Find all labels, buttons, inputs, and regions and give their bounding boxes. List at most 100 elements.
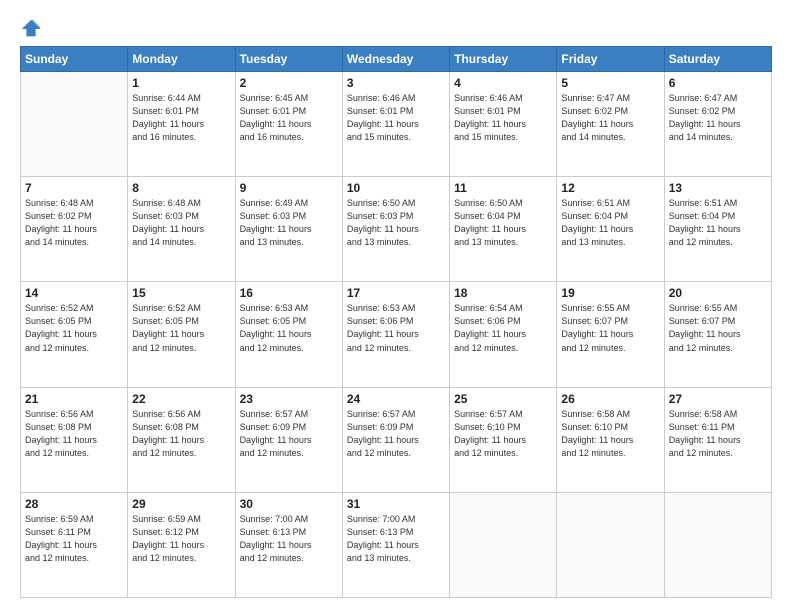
header (20, 18, 772, 40)
calendar-week-row: 28Sunrise: 6:59 AM Sunset: 6:11 PM Dayli… (21, 492, 772, 597)
calendar-cell (557, 492, 664, 597)
weekday-header: Tuesday (235, 47, 342, 72)
calendar-cell: 26 Sunrise: 6:58 AM Sunset: 6:10 PM Dayli… (557, 387, 664, 492)
calendar-header-row: SundayMondayTuesdayWednesdayThursdayFrid… (21, 47, 772, 72)
day-info: Sunrise: 6:44 AM Sunset: 6:01 PM Dayligh… (132, 92, 230, 144)
calendar-cell: 13 Sunrise: 6:51 AM Sunset: 6:04 PM Dayli… (664, 177, 771, 282)
day-info: Sunrise: 6:50 AM Sunset: 6:03 PM Dayligh… (347, 197, 445, 249)
calendar-cell: 25 Sunrise: 6:57 AM Sunset: 6:10 PM Dayli… (450, 387, 557, 492)
weekday-header: Thursday (450, 47, 557, 72)
day-number: 11 (454, 181, 552, 195)
calendar-table: SundayMondayTuesdayWednesdayThursdayFrid… (20, 46, 772, 598)
day-info: Sunrise: 6:57 AM Sunset: 6:09 PM Dayligh… (240, 408, 338, 460)
day-info: Sunrise: 6:57 AM Sunset: 6:09 PM Dayligh… (347, 408, 445, 460)
day-number: 2 (240, 76, 338, 90)
day-number: 13 (669, 181, 767, 195)
calendar-cell: 27 Sunrise: 6:58 AM Sunset: 6:11 PM Dayli… (664, 387, 771, 492)
day-number: 26 (561, 392, 659, 406)
calendar-week-row: 21 Sunrise: 6:56 AM Sunset: 6:08 PM Dayli… (21, 387, 772, 492)
page: SundayMondayTuesdayWednesdayThursdayFrid… (0, 0, 792, 612)
calendar-week-row: 7Sunrise: 6:48 AM Sunset: 6:02 PM Daylig… (21, 177, 772, 282)
day-info: Sunrise: 6:53 AM Sunset: 6:05 PM Dayligh… (240, 302, 338, 354)
day-number: 5 (561, 76, 659, 90)
day-number: 4 (454, 76, 552, 90)
day-info: Sunrise: 6:56 AM Sunset: 6:08 PM Dayligh… (132, 408, 230, 460)
day-info: Sunrise: 6:51 AM Sunset: 6:04 PM Dayligh… (669, 197, 767, 249)
day-number: 18 (454, 286, 552, 300)
calendar-cell: 17 Sunrise: 6:53 AM Sunset: 6:06 PM Dayli… (342, 282, 449, 387)
day-info: Sunrise: 6:52 AM Sunset: 6:05 PM Dayligh… (132, 302, 230, 354)
calendar-cell: 29 Sunrise: 6:59 AM Sunset: 6:12 PM Dayli… (128, 492, 235, 597)
day-info: Sunrise: 6:51 AM Sunset: 6:04 PM Dayligh… (561, 197, 659, 249)
day-number: 19 (561, 286, 659, 300)
day-number: 16 (240, 286, 338, 300)
day-info: Sunrise: 6:59 AM Sunset: 6:12 PM Dayligh… (132, 513, 230, 565)
day-info: Sunrise: 6:48 AM Sunset: 6:03 PM Dayligh… (132, 197, 230, 249)
day-number: 14 (25, 286, 123, 300)
day-number: 28 (25, 497, 123, 511)
calendar-cell (450, 492, 557, 597)
calendar-cell: 8Sunrise: 6:48 AM Sunset: 6:03 PM Daylig… (128, 177, 235, 282)
calendar-cell: 1Sunrise: 6:44 AM Sunset: 6:01 PM Daylig… (128, 72, 235, 177)
calendar-cell: 15Sunrise: 6:52 AM Sunset: 6:05 PM Dayli… (128, 282, 235, 387)
day-number: 29 (132, 497, 230, 511)
day-number: 12 (561, 181, 659, 195)
day-number: 3 (347, 76, 445, 90)
calendar-week-row: 1Sunrise: 6:44 AM Sunset: 6:01 PM Daylig… (21, 72, 772, 177)
calendar-cell: 31 Sunrise: 7:00 AM Sunset: 6:13 PM Dayli… (342, 492, 449, 597)
day-info: Sunrise: 6:57 AM Sunset: 6:10 PM Dayligh… (454, 408, 552, 460)
day-info: Sunrise: 6:47 AM Sunset: 6:02 PM Dayligh… (561, 92, 659, 144)
calendar-cell: 18 Sunrise: 6:54 AM Sunset: 6:06 PM Dayli… (450, 282, 557, 387)
day-info: Sunrise: 6:58 AM Sunset: 6:11 PM Dayligh… (669, 408, 767, 460)
day-info: Sunrise: 6:55 AM Sunset: 6:07 PM Dayligh… (669, 302, 767, 354)
calendar-cell: 11 Sunrise: 6:50 AM Sunset: 6:04 PM Dayli… (450, 177, 557, 282)
calendar-cell: 6 Sunrise: 6:47 AM Sunset: 6:02 PM Daylig… (664, 72, 771, 177)
day-info: Sunrise: 6:50 AM Sunset: 6:04 PM Dayligh… (454, 197, 552, 249)
day-info: Sunrise: 7:00 AM Sunset: 6:13 PM Dayligh… (347, 513, 445, 565)
day-info: Sunrise: 6:54 AM Sunset: 6:06 PM Dayligh… (454, 302, 552, 354)
calendar-cell (664, 492, 771, 597)
calendar-cell: 5 Sunrise: 6:47 AM Sunset: 6:02 PM Daylig… (557, 72, 664, 177)
day-number: 25 (454, 392, 552, 406)
day-number: 20 (669, 286, 767, 300)
calendar-cell: 22 Sunrise: 6:56 AM Sunset: 6:08 PM Dayli… (128, 387, 235, 492)
day-number: 6 (669, 76, 767, 90)
day-number: 24 (347, 392, 445, 406)
calendar-cell: 7Sunrise: 6:48 AM Sunset: 6:02 PM Daylig… (21, 177, 128, 282)
weekday-header: Friday (557, 47, 664, 72)
day-info: Sunrise: 6:49 AM Sunset: 6:03 PM Dayligh… (240, 197, 338, 249)
calendar-cell: 16 Sunrise: 6:53 AM Sunset: 6:05 PM Dayli… (235, 282, 342, 387)
calendar-cell (21, 72, 128, 177)
calendar-week-row: 14 Sunrise: 6:52 AM Sunset: 6:05 PM Dayli… (21, 282, 772, 387)
calendar-cell: 20 Sunrise: 6:55 AM Sunset: 6:07 PM Dayli… (664, 282, 771, 387)
calendar-cell: 9 Sunrise: 6:49 AM Sunset: 6:03 PM Daylig… (235, 177, 342, 282)
calendar-cell: 4Sunrise: 6:46 AM Sunset: 6:01 PM Daylig… (450, 72, 557, 177)
day-number: 31 (347, 497, 445, 511)
day-number: 9 (240, 181, 338, 195)
day-info: Sunrise: 6:53 AM Sunset: 6:06 PM Dayligh… (347, 302, 445, 354)
day-number: 23 (240, 392, 338, 406)
calendar-cell: 12 Sunrise: 6:51 AM Sunset: 6:04 PM Dayli… (557, 177, 664, 282)
day-number: 27 (669, 392, 767, 406)
calendar-cell: 10 Sunrise: 6:50 AM Sunset: 6:03 PM Dayli… (342, 177, 449, 282)
day-number: 17 (347, 286, 445, 300)
day-info: Sunrise: 6:52 AM Sunset: 6:05 PM Dayligh… (25, 302, 123, 354)
logo (20, 18, 46, 40)
day-info: Sunrise: 6:47 AM Sunset: 6:02 PM Dayligh… (669, 92, 767, 144)
calendar-cell: 14 Sunrise: 6:52 AM Sunset: 6:05 PM Dayli… (21, 282, 128, 387)
day-info: Sunrise: 6:46 AM Sunset: 6:01 PM Dayligh… (347, 92, 445, 144)
calendar-cell: 28Sunrise: 6:59 AM Sunset: 6:11 PM Dayli… (21, 492, 128, 597)
day-info: Sunrise: 6:58 AM Sunset: 6:10 PM Dayligh… (561, 408, 659, 460)
calendar-cell: 24 Sunrise: 6:57 AM Sunset: 6:09 PM Dayli… (342, 387, 449, 492)
weekday-header: Monday (128, 47, 235, 72)
day-number: 21 (25, 392, 123, 406)
calendar-cell: 21Sunrise: 6:56 AM Sunset: 6:08 PM Dayli… (21, 387, 128, 492)
day-number: 10 (347, 181, 445, 195)
day-info: Sunrise: 7:00 AM Sunset: 6:13 PM Dayligh… (240, 513, 338, 565)
day-info: Sunrise: 6:45 AM Sunset: 6:01 PM Dayligh… (240, 92, 338, 144)
day-number: 22 (132, 392, 230, 406)
day-number: 7 (25, 181, 123, 195)
weekday-header: Wednesday (342, 47, 449, 72)
day-number: 30 (240, 497, 338, 511)
logo-icon (20, 18, 42, 40)
